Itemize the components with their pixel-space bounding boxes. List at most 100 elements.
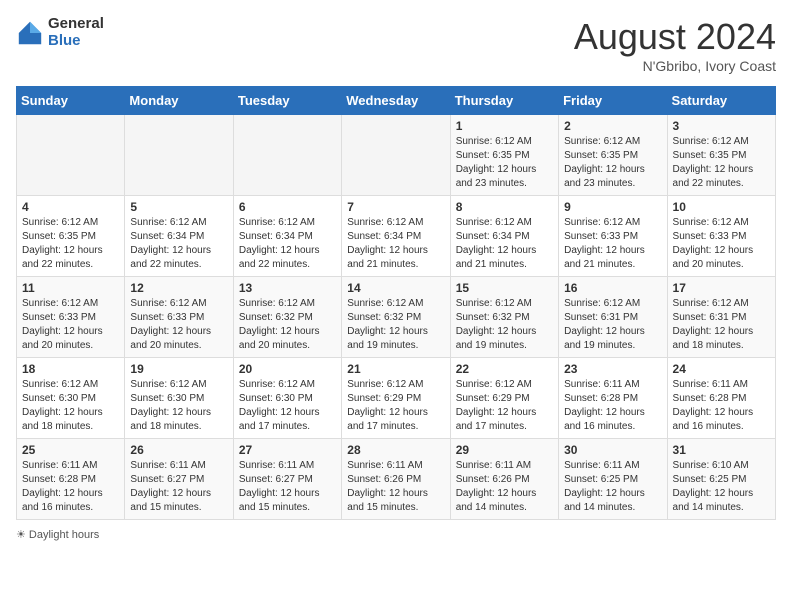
day-info: Sunrise: 6:12 AM Sunset: 6:31 PM Dayligh… [673, 298, 754, 351]
logo-icon [16, 19, 44, 47]
header-monday: Monday [125, 87, 233, 115]
day-number: 28 [347, 443, 444, 457]
day-number: 30 [564, 443, 661, 457]
day-cell: 23 Sunrise: 6:11 AM Sunset: 6:28 PM Dayli… [559, 358, 667, 439]
day-number: 29 [456, 443, 553, 457]
day-info: Sunrise: 6:11 AM Sunset: 6:27 PM Dayligh… [239, 460, 320, 513]
day-cell: 3 Sunrise: 6:12 AM Sunset: 6:35 PM Daylig… [667, 115, 775, 196]
day-number: 10 [673, 200, 770, 214]
day-number: 7 [347, 200, 444, 214]
logo: General Blue [16, 16, 104, 49]
day-info: Sunrise: 6:11 AM Sunset: 6:26 PM Dayligh… [456, 460, 537, 513]
day-cell: 13Sunrise: 6:12 AM Sunset: 6:32 PM Dayli… [233, 277, 341, 358]
day-cell: 16Sunrise: 6:12 AM Sunset: 6:31 PM Dayli… [559, 277, 667, 358]
day-number: 8 [456, 200, 553, 214]
day-cell: 20Sunrise: 6:12 AM Sunset: 6:30 PM Dayli… [233, 358, 341, 439]
day-number: 25 [22, 443, 119, 457]
day-number: 13 [239, 281, 336, 295]
header-wednesday: Wednesday [342, 87, 450, 115]
day-number: 20 [239, 362, 336, 376]
logo-blue: Blue [48, 33, 104, 50]
day-info: Sunrise: 6:11 AM Sunset: 6:27 PM Dayligh… [130, 460, 211, 513]
day-info: Sunrise: 6:12 AM Sunset: 6:35 PM Dayligh… [673, 136, 754, 189]
day-info: Sunrise: 6:12 AM Sunset: 6:30 PM Dayligh… [22, 379, 103, 432]
day-number: 4 [22, 200, 119, 214]
day-info: Sunrise: 6:11 AM Sunset: 6:25 PM Dayligh… [564, 460, 645, 513]
day-info: Sunrise: 6:11 AM Sunset: 6:28 PM Dayligh… [673, 379, 754, 432]
day-info: Sunrise: 6:12 AM Sunset: 6:34 PM Dayligh… [130, 217, 211, 270]
day-info: Sunrise: 6:12 AM Sunset: 6:35 PM Dayligh… [456, 136, 537, 189]
day-cell: 14 Sunrise: 6:12 AM Sunset: 6:32 PM Dayli… [342, 277, 450, 358]
day-cell: 2 Sunrise: 6:12 AM Sunset: 6:35 PM Daylig… [559, 115, 667, 196]
day-cell: 12 Sunrise: 6:12 AM Sunset: 6:33 PM Dayli… [125, 277, 233, 358]
day-cell: 8 Sunrise: 6:12 AM Sunset: 6:34 PM Daylig… [450, 196, 558, 277]
day-number: 24 [673, 362, 770, 376]
day-cell [125, 115, 233, 196]
day-number: 11 [22, 281, 119, 295]
day-number: 1 [456, 119, 553, 133]
day-cell: 9 Sunrise: 6:12 AM Sunset: 6:33 PM Daylig… [559, 196, 667, 277]
day-number: 21 [347, 362, 444, 376]
logo-text: General Blue [48, 16, 104, 49]
day-cell: 11 Sunrise: 6:12 AM Sunset: 6:33 PM Dayli… [17, 277, 125, 358]
day-number: 5 [130, 200, 227, 214]
week-row-3: 11 Sunrise: 6:12 AM Sunset: 6:33 PM Dayli… [17, 277, 776, 358]
day-info: Sunrise: 6:12 AM Sunset: 6:33 PM Dayligh… [22, 298, 103, 351]
calendar-subtitle: N'Gbribo, Ivory Coast [574, 58, 776, 74]
day-number: 16 [564, 281, 661, 295]
day-info: Sunrise: 6:12 AM Sunset: 6:34 PM Dayligh… [347, 217, 428, 270]
day-cell: 7 Sunrise: 6:12 AM Sunset: 6:34 PM Daylig… [342, 196, 450, 277]
day-cell: 21 Sunrise: 6:12 AM Sunset: 6:29 PM Dayli… [342, 358, 450, 439]
day-cell: 26 Sunrise: 6:11 AM Sunset: 6:27 PM Dayli… [125, 439, 233, 520]
day-number: 23 [564, 362, 661, 376]
header-sunday: Sunday [17, 87, 125, 115]
logo-general: General [48, 16, 104, 33]
day-number: 31 [673, 443, 770, 457]
day-number: 6 [239, 200, 336, 214]
day-cell: 15Sunrise: 6:12 AM Sunset: 6:32 PM Dayli… [450, 277, 558, 358]
day-info: Sunrise: 6:12 AM Sunset: 6:32 PM Dayligh… [347, 298, 428, 351]
day-number: 17 [673, 281, 770, 295]
day-info: Sunrise: 6:12 AM Sunset: 6:35 PM Dayligh… [564, 136, 645, 189]
day-cell: 25Sunrise: 6:11 AM Sunset: 6:28 PM Dayli… [17, 439, 125, 520]
week-row-5: 25Sunrise: 6:11 AM Sunset: 6:28 PM Dayli… [17, 439, 776, 520]
day-info: Sunrise: 6:11 AM Sunset: 6:26 PM Dayligh… [347, 460, 428, 513]
day-number: 26 [130, 443, 227, 457]
week-row-4: 18Sunrise: 6:12 AM Sunset: 6:30 PM Dayli… [17, 358, 776, 439]
day-info: Sunrise: 6:11 AM Sunset: 6:28 PM Dayligh… [564, 379, 645, 432]
day-cell: 29 Sunrise: 6:11 AM Sunset: 6:26 PM Dayli… [450, 439, 558, 520]
day-info: Sunrise: 6:12 AM Sunset: 6:32 PM Dayligh… [456, 298, 537, 351]
day-info: Sunrise: 6:12 AM Sunset: 6:33 PM Dayligh… [673, 217, 754, 270]
page-header: General Blue August 2024 N'Gbribo, Ivory… [16, 16, 776, 74]
day-number: 9 [564, 200, 661, 214]
day-info: Sunrise: 6:12 AM Sunset: 6:29 PM Dayligh… [347, 379, 428, 432]
day-info: Sunrise: 6:12 AM Sunset: 6:34 PM Dayligh… [456, 217, 537, 270]
day-info: Sunrise: 6:12 AM Sunset: 6:29 PM Dayligh… [456, 379, 537, 432]
day-number: 2 [564, 119, 661, 133]
calendar-title: August 2024 [574, 16, 776, 58]
legend: ☀ Daylight hours [16, 528, 776, 541]
day-cell: 22 Sunrise: 6:12 AM Sunset: 6:29 PM Dayli… [450, 358, 558, 439]
day-info: Sunrise: 6:12 AM Sunset: 6:33 PM Dayligh… [130, 298, 211, 351]
header-tuesday: Tuesday [233, 87, 341, 115]
calendar-table: SundayMondayTuesdayWednesdayThursdayFrid… [16, 86, 776, 520]
day-cell: 30 Sunrise: 6:11 AM Sunset: 6:25 PM Dayli… [559, 439, 667, 520]
day-cell [342, 115, 450, 196]
day-cell: 27 Sunrise: 6:11 AM Sunset: 6:27 PM Dayli… [233, 439, 341, 520]
day-number: 3 [673, 119, 770, 133]
day-cell: 28 Sunrise: 6:11 AM Sunset: 6:26 PM Dayli… [342, 439, 450, 520]
day-number: 12 [130, 281, 227, 295]
day-number: 27 [239, 443, 336, 457]
week-row-1: 1 Sunrise: 6:12 AM Sunset: 6:35 PM Daylig… [17, 115, 776, 196]
day-number: 14 [347, 281, 444, 295]
day-info: Sunrise: 6:12 AM Sunset: 6:35 PM Dayligh… [22, 217, 103, 270]
day-cell: 6Sunrise: 6:12 AM Sunset: 6:34 PM Daylig… [233, 196, 341, 277]
day-info: Sunrise: 6:10 AM Sunset: 6:25 PM Dayligh… [673, 460, 754, 513]
day-number: 22 [456, 362, 553, 376]
day-cell: 17 Sunrise: 6:12 AM Sunset: 6:31 PM Dayli… [667, 277, 775, 358]
day-cell: 31 Sunrise: 6:10 AM Sunset: 6:25 PM Dayli… [667, 439, 775, 520]
day-cell: 18Sunrise: 6:12 AM Sunset: 6:30 PM Dayli… [17, 358, 125, 439]
day-cell [233, 115, 341, 196]
day-info: Sunrise: 6:12 AM Sunset: 6:33 PM Dayligh… [564, 217, 645, 270]
day-cell: 1 Sunrise: 6:12 AM Sunset: 6:35 PM Daylig… [450, 115, 558, 196]
